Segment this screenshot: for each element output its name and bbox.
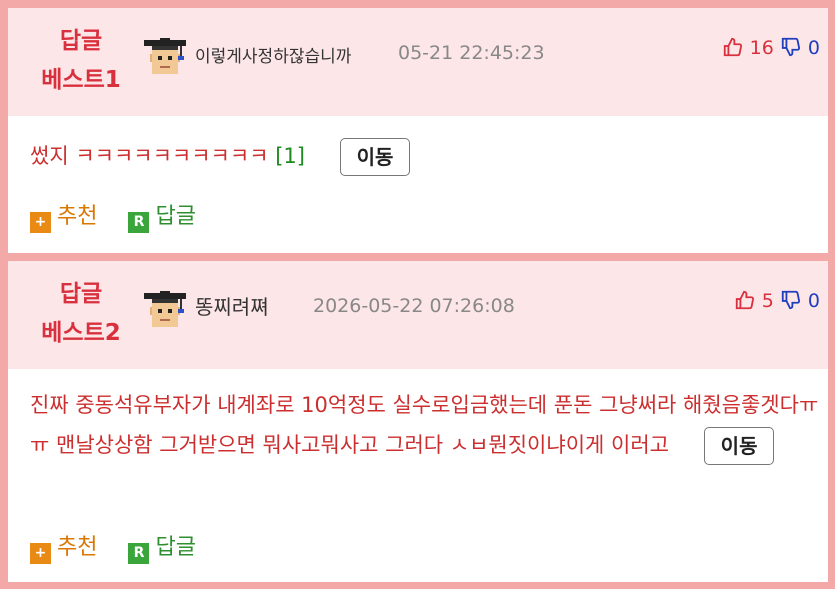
upvote-button[interactable]: 16 [722, 37, 780, 59]
best-reply-badge: 답글 베스트2 [26, 275, 136, 353]
comment-item: 답글 베스트1 이렇게사정하잖습니까 05-21 22:45:23 16 0 썼… [8, 8, 828, 253]
comment-header: 답글 베스트1 이렇게사정하잖습니까 05-21 22:45:23 16 0 [8, 8, 828, 116]
reply-count-link[interactable]: [1] [275, 144, 305, 168]
recommend-label: 추천 [57, 204, 98, 229]
best-reply-badge: 답글 베스트1 [26, 22, 136, 100]
avatar[interactable] [142, 32, 188, 78]
comment-actions: + 추천 R 답글 [30, 529, 220, 564]
comment-header: 답글 베스트2 똥찌려쪄 2026-05-22 07:26:08 5 0 [8, 261, 828, 369]
recommend-label: 추천 [57, 535, 98, 560]
reply-label: 답글 [155, 204, 196, 229]
vote-counts: 16 0 [722, 36, 820, 59]
upvote-button[interactable]: 5 [734, 290, 780, 312]
downvote-count: 0 [807, 290, 820, 312]
comment-body: 썼지 ㅋㅋㅋㅋㅋㅋㅋㅋㅋㅋ [1] 이동 [30, 136, 820, 176]
comment-text: 진짜 중동석유부자가 내계좌로 10억정도 실수로입금했는데 푼돈 그냥써라 해… [30, 393, 819, 457]
reply-button[interactable]: R 답글 [128, 198, 196, 233]
recommend-button[interactable]: + 추천 [30, 529, 97, 564]
move-button[interactable]: 이동 [703, 427, 775, 465]
timestamp: 2026-05-22 07:26:08 [313, 295, 515, 317]
best-label-line1: 답글 [59, 28, 103, 54]
best-label-line2: 베스트2 [41, 320, 121, 346]
comment-item: 답글 베스트2 똥찌려쪄 2026-05-22 07:26:08 5 0 진짜 … [8, 261, 828, 582]
downvote-count: 0 [807, 37, 820, 59]
comment-text: 썼지 ㅋㅋㅋㅋㅋㅋㅋㅋㅋㅋ [30, 144, 269, 168]
best-label-line2: 베스트1 [41, 67, 121, 93]
plus-icon: + [30, 212, 51, 233]
nickname[interactable]: 똥찌려쪄 [195, 291, 269, 320]
comment-list: 답글 베스트1 이렇게사정하잖습니까 05-21 22:45:23 16 0 썼… [8, 8, 828, 582]
thumbs-down-icon [781, 37, 800, 57]
recommend-button[interactable]: + 추천 [30, 198, 97, 233]
comment-actions: + 추천 R 답글 [30, 198, 220, 233]
nickname[interactable]: 이렇게사정하잖습니까 [195, 42, 351, 67]
thumbs-down-icon [781, 290, 800, 310]
reply-label: 답글 [155, 535, 196, 560]
thumbs-up-icon [723, 37, 742, 57]
downvote-button[interactable]: 0 [780, 37, 820, 59]
avatar[interactable] [142, 285, 188, 331]
comment-divider [8, 253, 828, 261]
r-icon: R [128, 212, 150, 233]
plus-icon: + [30, 543, 51, 564]
comment-body: 진짜 중동석유부자가 내계좌로 10억정도 실수로입금했는데 푼돈 그냥써라 해… [30, 385, 820, 465]
downvote-button[interactable]: 0 [780, 290, 820, 312]
reply-button[interactable]: R 답글 [128, 529, 196, 564]
thumbs-up-icon [735, 290, 754, 310]
best-label-line1: 답글 [59, 281, 103, 307]
upvote-count: 5 [761, 290, 774, 312]
move-button[interactable]: 이동 [339, 138, 411, 176]
vote-counts: 5 0 [734, 289, 820, 312]
timestamp: 05-21 22:45:23 [398, 42, 545, 64]
upvote-count: 16 [749, 37, 774, 59]
r-icon: R [128, 543, 150, 564]
